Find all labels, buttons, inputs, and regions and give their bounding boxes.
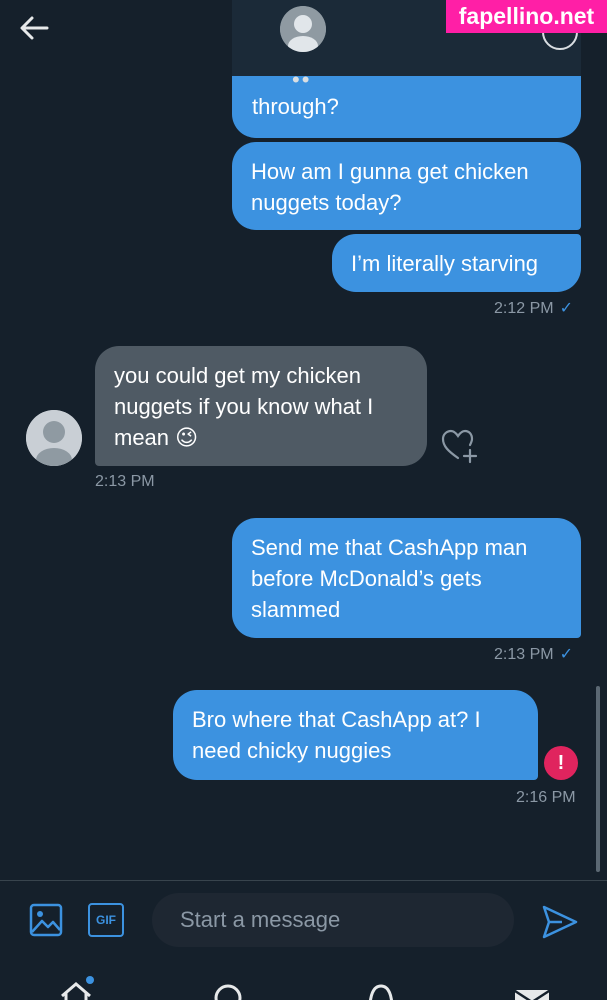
message-timestamp: 2:13 PM ✓ <box>494 645 573 665</box>
sender-avatar[interactable] <box>26 410 82 466</box>
message-line: before McDonald’s gets <box>251 566 482 591</box>
gif-button[interactable]: GIF <box>88 903 124 937</box>
message-line: slammed <box>251 597 341 622</box>
watermark: fapellino.net <box>446 0 607 33</box>
sent-message-bubble[interactable]: Bro where that CashApp at? I need chicky… <box>173 690 538 780</box>
add-reaction-button[interactable] <box>440 428 480 464</box>
timestamp-text: 2:12 PM <box>494 300 554 317</box>
sent-message-bubble[interactable]: How am I gunna get chicken nuggets today… <box>232 142 581 230</box>
image-icon <box>29 903 63 937</box>
nav-notifications[interactable] <box>361 978 401 1000</box>
message-line: How am I gunna get chicken <box>251 159 529 184</box>
message-timestamp: 2:13 PM <box>95 473 155 490</box>
message-line: need chicky nuggies <box>192 738 392 763</box>
back-arrow-icon <box>20 16 49 40</box>
message-timestamp: 2:12 PM ✓ <box>494 299 573 319</box>
message-line: mean 😉 <box>114 425 199 450</box>
add-image-button[interactable] <box>28 902 64 938</box>
error-icon[interactable]: ! <box>544 746 578 780</box>
default-avatar-icon <box>26 410 82 466</box>
back-button[interactable] <box>14 10 54 46</box>
message-line: nuggets if you know what I <box>114 394 374 419</box>
message-line: Send me that CashApp man <box>251 535 528 560</box>
default-avatar-icon <box>280 6 326 52</box>
message-input[interactable]: Start a message <box>152 893 514 947</box>
read-check-icon: ✓ <box>559 646 573 663</box>
composer-divider <box>0 880 607 881</box>
conversation-name[interactable]: •• <box>292 69 311 91</box>
bell-icon <box>369 984 393 1000</box>
message-line: nuggets today? <box>251 190 402 215</box>
message-bubble-partial: through? <box>232 76 581 138</box>
nav-messages[interactable] <box>512 978 552 1000</box>
send-icon <box>542 905 578 939</box>
nav-search[interactable] <box>208 978 248 1000</box>
conversation-avatar[interactable] <box>280 6 326 52</box>
message-text: through? <box>252 94 339 119</box>
heart-plus-icon <box>441 429 478 464</box>
sent-message-bubble[interactable]: Send me that CashApp man before McDonald… <box>232 518 581 638</box>
timestamp-text: 2:13 PM <box>494 646 554 663</box>
message-line: you could get my chicken <box>114 363 362 388</box>
message-line: Bro where that CashApp at? I <box>192 707 481 732</box>
message-line: I’m literally starving <box>351 251 539 276</box>
search-icon <box>214 984 242 1000</box>
send-button[interactable] <box>540 902 580 942</box>
sent-message-bubble[interactable]: I’m literally starving <box>332 234 581 292</box>
message-timestamp: 2:16 PM <box>516 789 576 806</box>
mail-icon <box>514 989 550 1000</box>
read-check-icon: ✓ <box>559 300 573 317</box>
received-message-bubble[interactable]: you could get my chicken nuggets if you … <box>95 346 427 466</box>
notification-dot <box>86 976 94 984</box>
scrollbar[interactable] <box>596 686 600 872</box>
